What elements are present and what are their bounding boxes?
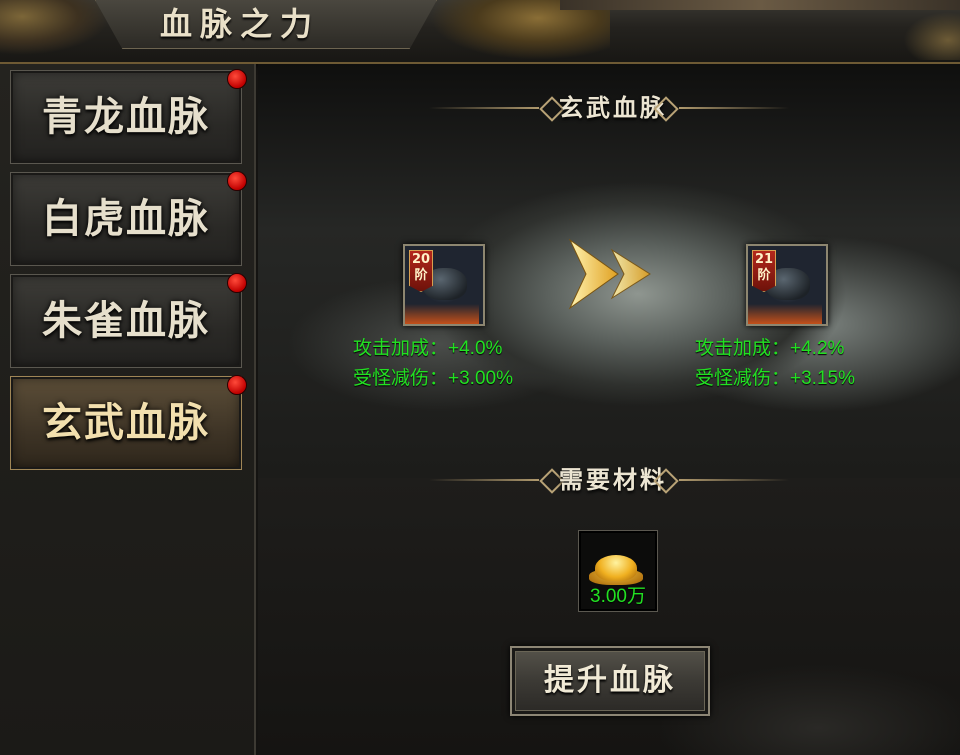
materials-header: 需要材料: [409, 462, 809, 498]
notification-dot-icon: [227, 375, 247, 395]
notification-dot-icon: [227, 171, 247, 191]
materials-title: 需要材料: [559, 465, 667, 494]
upgrade-button-label: 提升血脉: [544, 663, 676, 698]
black-tortoise-scene: 玄武血脉 20 阶 21 阶 攻击加成：+4.0% 受怪减伤：+3.00% 攻击…: [258, 64, 960, 478]
stage-number: 20: [411, 252, 431, 267]
gold-ingot-top-icon: [595, 555, 637, 581]
bloodline-title-header: 玄武血脉: [409, 90, 809, 126]
divider-line: [429, 479, 539, 481]
current-attack-bonus: 攻击加成：+4.0%: [353, 338, 503, 359]
corner-ornament-icon: [900, 10, 960, 60]
notification-dot-icon: [227, 273, 247, 293]
sidebar-item-label: 白虎血脉: [42, 195, 210, 242]
next-stage-icon[interactable]: 21 阶: [746, 244, 828, 326]
flame-icon: [748, 304, 822, 324]
stage-unit: 阶: [757, 268, 771, 283]
upgrade-bloodline-button[interactable]: 提升血脉: [510, 646, 710, 716]
dragon-ornament-icon: [0, 0, 110, 55]
divider-line: [429, 107, 539, 109]
stage-badge: 20 阶: [409, 250, 433, 292]
material-slot[interactable]: 3.00万: [578, 530, 658, 612]
current-damage-reduction: 受怪减伤：+3.00%: [353, 368, 513, 389]
material-count: 3.00万: [590, 586, 646, 607]
stage-number: 21: [754, 252, 774, 267]
sidebar-item-label: 朱雀血脉: [42, 297, 210, 344]
next-attack-bonus: 攻击加成：+4.2%: [695, 338, 845, 359]
bloodline-title: 玄武血脉: [559, 93, 667, 122]
title-bar: 血脉之力: [0, 0, 960, 64]
sidebar-item-vermilion-bird[interactable]: 朱雀血脉: [10, 273, 247, 368]
notification-dot-icon: [227, 69, 247, 89]
divider-line: [679, 107, 789, 109]
sidebar-item-white-tiger[interactable]: 白虎血脉: [10, 171, 247, 266]
sidebar-item-black-tortoise[interactable]: 玄武血脉: [10, 375, 247, 470]
stage-unit: 阶: [414, 268, 428, 283]
stage-badge: 21 阶: [752, 250, 776, 292]
flame-icon: [405, 304, 479, 324]
current-stage-icon[interactable]: 20 阶: [403, 244, 485, 326]
bloodline-sidebar: 青龙血脉 白虎血脉 朱雀血脉 玄武血脉: [0, 64, 256, 755]
double-chevron-right-icon: [568, 238, 651, 310]
bloodline-main-panel: 玄武血脉 20 阶 21 阶 攻击加成：+4.0% 受怪减伤：+3.00% 攻击…: [258, 64, 960, 755]
page-title: 血脉之力: [160, 5, 321, 43]
sidebar-item-azure-dragon[interactable]: 青龙血脉: [10, 69, 247, 164]
divider-line: [679, 479, 789, 481]
top-banner-strip: [560, 0, 960, 10]
sidebar-item-label: 玄武血脉: [42, 399, 210, 446]
next-damage-reduction: 受怪减伤：+3.15%: [695, 368, 855, 389]
sidebar-item-label: 青龙血脉: [42, 93, 210, 140]
